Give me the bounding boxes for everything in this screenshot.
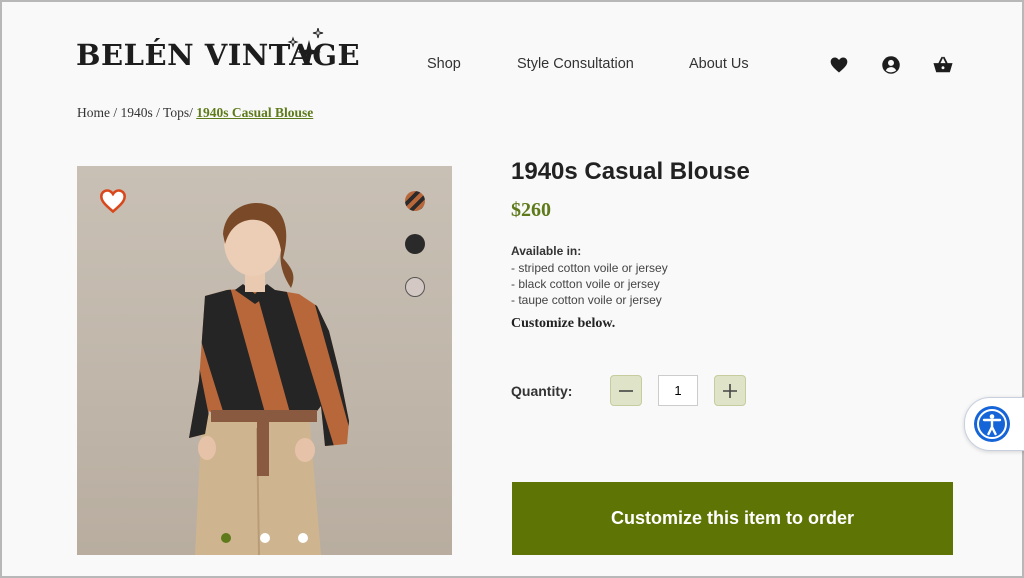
heart-icon[interactable]: [829, 55, 849, 75]
availability-list: - striped cotton voile or jersey - black…: [511, 260, 668, 308]
breadcrumb-separator: /: [156, 105, 164, 120]
plus-icon: [723, 383, 737, 398]
nav-shop[interactable]: Shop: [427, 56, 461, 72]
carousel-dot[interactable]: [260, 533, 270, 543]
breadcrumb: Home / 1940s / Tops/ 1940s Casual Blouse: [77, 105, 313, 121]
carousel-dot[interactable]: [298, 533, 308, 543]
nav-about-us[interactable]: About Us: [689, 56, 749, 72]
availability-option: - taupe cotton voile or jersey: [511, 293, 662, 307]
customize-note: Customize below.: [511, 316, 616, 331]
user-account-icon[interactable]: [881, 55, 901, 75]
model-photo: [189, 203, 349, 555]
breadcrumb-separator: /: [113, 105, 121, 120]
availability-option: - striped cotton voile or jersey: [511, 261, 668, 275]
nav-style-consultation[interactable]: Style Consultation: [517, 56, 634, 72]
breadcrumb-decade[interactable]: 1940s: [121, 105, 153, 120]
swatch-taupe[interactable]: [405, 277, 425, 297]
page-frame: BELÉN VINTAGE Shop Style Consultation Ab…: [0, 0, 1024, 578]
quantity-increase-button[interactable]: [714, 375, 746, 406]
quantity-label: Quantity:: [511, 383, 573, 399]
breadcrumb-current[interactable]: 1940s Casual Blouse: [196, 105, 313, 120]
accessibility-widget[interactable]: [964, 397, 1024, 451]
customize-order-button[interactable]: Customize this item to order: [512, 482, 953, 555]
swatch-striped[interactable]: [405, 191, 425, 211]
product-image[interactable]: [77, 166, 452, 555]
accessibility-icon: [974, 406, 1010, 442]
favorite-heart-icon[interactable]: [99, 188, 127, 214]
availability-heading: Available in:: [511, 244, 582, 258]
breadcrumb-category[interactable]: Tops/: [163, 105, 193, 120]
product-price: $260: [511, 199, 551, 221]
carousel-dot-active[interactable]: [221, 533, 231, 543]
breadcrumb-home[interactable]: Home: [77, 105, 110, 120]
product-title: 1940s Casual Blouse: [511, 158, 750, 185]
cart-basket-icon[interactable]: [932, 55, 954, 75]
quantity-input[interactable]: [658, 375, 698, 406]
availability-option: - black cotton voile or jersey: [511, 277, 660, 291]
quantity-decrease-button[interactable]: [610, 375, 642, 406]
swatch-black[interactable]: [405, 234, 425, 254]
sparkle-icon: [287, 28, 324, 64]
minus-icon: [619, 389, 633, 392]
